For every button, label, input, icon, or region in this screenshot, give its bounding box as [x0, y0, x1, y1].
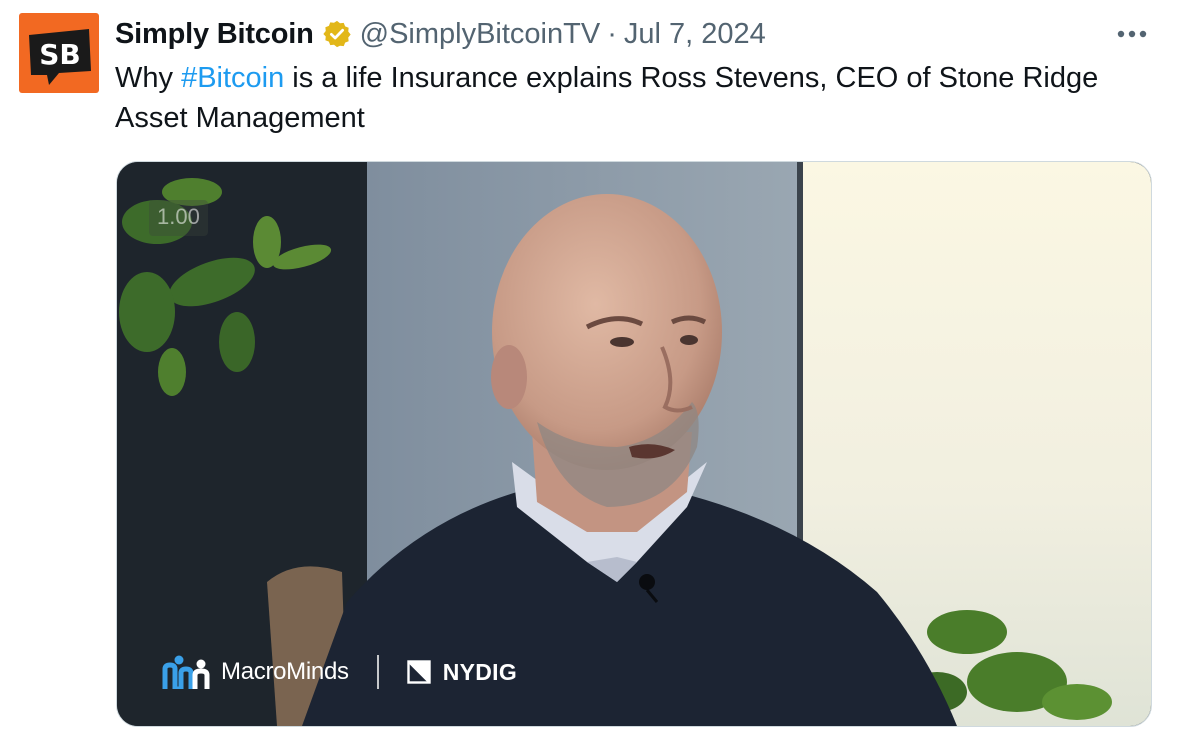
playback-speed-label[interactable]: 1.00: [149, 200, 208, 236]
hashtag-link[interactable]: #Bitcoin: [181, 62, 284, 94]
nydig-label: NYDIG: [442, 658, 518, 685]
tweet[interactable]: SB Simply Bitcoin @SimplyBitcoinTV · Jul…: [0, 0, 1190, 742]
header-separator: ·: [607, 17, 617, 50]
gold-verified-badge-icon[interactable]: [322, 19, 352, 49]
macrominds-logo-icon: [161, 655, 213, 689]
video-frame: [117, 162, 1151, 726]
tweet-text: Why #Bitcoin is a life Insurance explain…: [115, 58, 1165, 138]
watermark-divider: [376, 655, 379, 689]
nydig-logo-icon: [407, 660, 431, 684]
author-name[interactable]: Simply Bitcoin: [115, 18, 314, 51]
author-avatar[interactable]: SB: [19, 13, 99, 93]
avatar-initials: SB: [39, 38, 81, 71]
tweet-text-prefix: Why: [115, 62, 182, 94]
macrominds-label: MacroMinds: [221, 658, 349, 685]
tweet-header: Simply Bitcoin @SimplyBitcoinTV · Jul 7,…: [115, 14, 766, 54]
tweet-date[interactable]: Jul 7, 2024: [624, 18, 766, 51]
video-watermark: MacroMinds NYDIG: [161, 650, 517, 694]
more-horizontal-icon[interactable]: [1110, 18, 1154, 50]
video-player[interactable]: 1.00 MacroMinds NYDIG: [116, 161, 1152, 727]
author-handle[interactable]: @SimplyBitcoinTV: [360, 18, 601, 51]
